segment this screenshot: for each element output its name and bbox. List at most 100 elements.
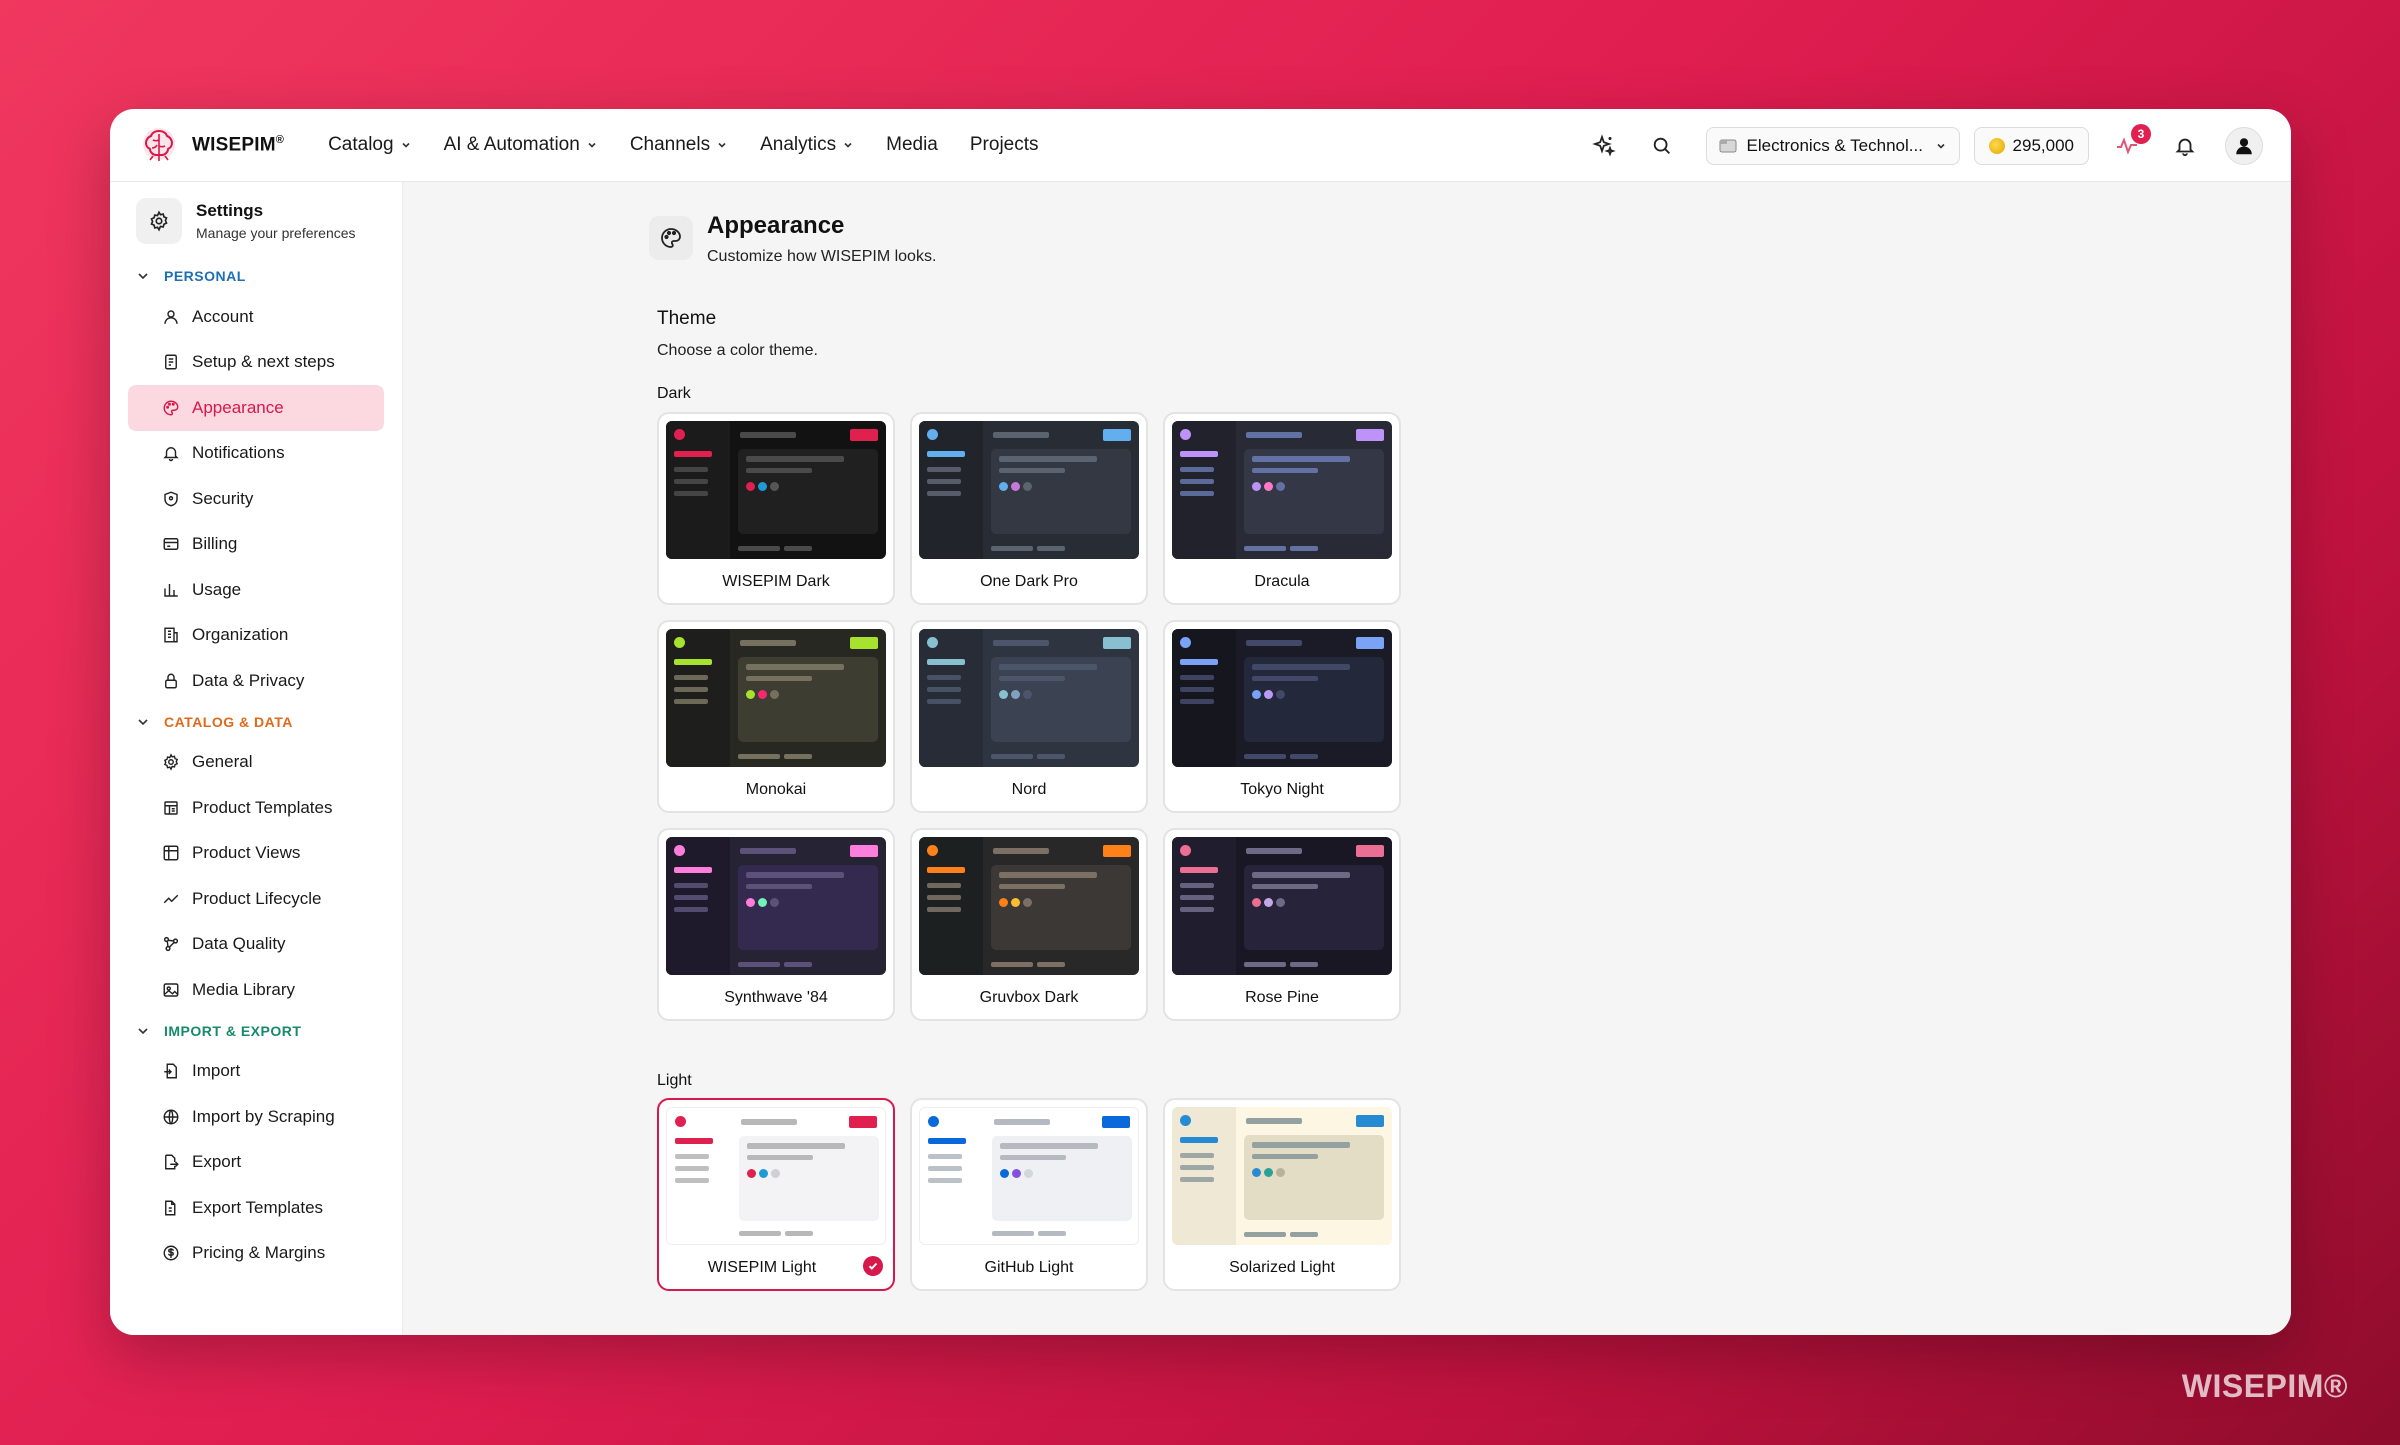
user-avatar-button[interactable] [2225, 126, 2263, 165]
sidebar-item-label: General [192, 752, 253, 772]
page-title: Appearance [707, 212, 845, 239]
nav-label: Channels [629, 134, 711, 155]
user-icon [164, 310, 178, 324]
trend-icon [163, 894, 179, 904]
section-personal[interactable]: PERSONAL [136, 258, 384, 294]
sidebar-item-label: Media Library [192, 979, 295, 999]
sidebar-item-label: Billing [192, 534, 238, 554]
sidebar-item-media-library[interactable]: Media Library [128, 967, 384, 1013]
sidebar-item-billing[interactable]: Billing [128, 522, 384, 568]
theme-preview [1172, 421, 1392, 559]
theme-card-nord[interactable]: Nord [910, 620, 1148, 813]
bar-chart-icon [164, 583, 178, 597]
nav-label: Media [886, 134, 938, 155]
theme-name: WISEPIM Light [707, 1259, 817, 1276]
quality-icon [163, 937, 179, 952]
sidebar-sections: PERSONAL Account Setup & next steps Appeara… [128, 258, 384, 1276]
theme-group-dark: Dark [657, 385, 691, 402]
theme-card-dracula[interactable]: Dracula [1163, 412, 1401, 605]
logo[interactable]: WISEPIM® [138, 124, 284, 166]
sidebar-item-security[interactable]: Security [128, 476, 384, 522]
sidebar-item-export-templates[interactable]: Export Templates [128, 1185, 384, 1231]
theme-card-monokai[interactable]: Monokai [657, 620, 895, 813]
theme-card-gruvbox-dark[interactable]: Gruvbox Dark [910, 828, 1148, 1021]
nav-analytics[interactable]: Analytics [744, 134, 870, 156]
sidebar-item-label: Pricing & Margins [192, 1243, 326, 1263]
sidebar-item-data-quality[interactable]: Data Quality [128, 922, 384, 968]
theme-name: Gruvbox Dark [979, 989, 1079, 1006]
sidebar-item-pricing-and-margins[interactable]: Pricing & Margins [128, 1231, 384, 1277]
section-catalog-and-data[interactable]: CATALOG & DATA [136, 704, 384, 740]
sidebar-item-import[interactable]: Import [128, 1049, 384, 1095]
nav-label: Projects [969, 134, 1039, 155]
organization-select[interactable]: Electronics & Technol... [1705, 126, 1960, 165]
sidebar-item-label: Data & Privacy [192, 670, 305, 690]
theme-card-wisepim-dark[interactable]: WISEPIM Dark [657, 412, 895, 605]
theme-section-title: Theme [657, 308, 717, 329]
nav-label: Analytics [760, 134, 837, 155]
theme-card-github-light[interactable]: GitHub Light [910, 1098, 1148, 1291]
globe-icon [163, 1109, 179, 1125]
theme-preview [919, 1107, 1139, 1245]
nav-ai-and-automation[interactable]: AI & Automation [428, 134, 614, 156]
nav-channels[interactable]: Channels [614, 134, 744, 156]
sidebar-item-export[interactable]: Export [128, 1140, 384, 1186]
sidebar-item-account[interactable]: Account [128, 294, 384, 340]
sidebar-item-usage[interactable]: Usage [128, 567, 384, 613]
theme-preview [666, 1107, 886, 1245]
file-export-icon [165, 1154, 179, 1170]
theme-preview [666, 421, 886, 559]
sidebar-item-label: Export [192, 1152, 242, 1172]
chevron-down-icon [138, 273, 148, 280]
theme-preview [666, 837, 886, 975]
sidebar-item-label: Product Templates [192, 797, 333, 817]
sidebar-item-notifications[interactable]: Notifications [128, 431, 384, 477]
theme-card-synthwave-84[interactable]: Synthwave '84 [657, 828, 895, 1021]
theme-card-solarized-light[interactable]: Solarized Light [1163, 1098, 1401, 1291]
nav-media[interactable]: Media [870, 134, 954, 156]
folder-icon [1719, 139, 1737, 152]
section-label: IMPORT & EXPORT [164, 1022, 302, 1039]
sidebar-item-import-by-scraping[interactable]: Import by Scraping [128, 1094, 384, 1140]
palette-icon [649, 216, 693, 260]
settings-gear-icon [136, 198, 182, 244]
sidebar-item-product-lifecycle[interactable]: Product Lifecycle [128, 876, 384, 922]
sidebar-item-data-and-privacy[interactable]: Data & Privacy [128, 658, 384, 704]
card-icon [163, 538, 179, 551]
theme-name: GitHub Light [984, 1259, 1074, 1276]
sidebar-item-setup-and-next-steps[interactable]: Setup & next steps [128, 340, 384, 386]
sidebar-item-label: Export Templates [192, 1197, 324, 1217]
theme-card-tokyo-night[interactable]: Tokyo Night [1163, 620, 1401, 813]
theme-card-one-dark-pro[interactable]: One Dark Pro [910, 412, 1148, 605]
sidebar-item-product-templates[interactable]: Product Templates [128, 785, 384, 831]
brain-logo-icon [143, 128, 175, 161]
bell-icon [2175, 138, 2195, 156]
lock-icon [165, 673, 177, 689]
sidebar-item-organization[interactable]: Organization [128, 613, 384, 659]
top-bar: WISEPIM® Catalog AI & Automation Channels A… [110, 109, 2291, 182]
sidebar-item-appearance[interactable]: Appearance [128, 385, 384, 431]
topbar-actions: Electronics & Technol... 295,000 3 [1566, 109, 2263, 182]
notifications-button[interactable] [2165, 126, 2205, 166]
theme-preview [1172, 629, 1392, 767]
main-content: Appearance Customize how WISEPIM looks. … [403, 182, 2291, 1335]
sidebar-item-product-views[interactable]: Product Views [128, 831, 384, 877]
ai-sparkle-button[interactable] [1584, 126, 1624, 166]
theme-card-rose-pine[interactable]: Rose Pine [1163, 828, 1401, 1021]
sidebar-item-general[interactable]: General [128, 740, 384, 786]
activity-button[interactable]: 3 [2107, 123, 2151, 166]
app-window: WISEPIM® Catalog AI & Automation Channels A… [110, 109, 2291, 1335]
theme-card-wisepim-light[interactable]: WISEPIM Light [657, 1098, 895, 1291]
settings-header: Settings Manage your preferences [136, 198, 384, 244]
nav-catalog[interactable]: Catalog [312, 134, 428, 156]
section-import-and-export[interactable]: IMPORT & EXPORT [136, 1013, 384, 1049]
sidebar-item-label: Usage [192, 579, 242, 599]
image-icon [163, 983, 179, 997]
sidebar-item-label: Product Lifecycle [192, 888, 322, 908]
nav-projects[interactable]: Projects [954, 134, 1055, 156]
search-button[interactable] [1642, 126, 1682, 166]
chevron-down-icon [401, 142, 410, 148]
table-icon [163, 845, 179, 861]
credits-balance[interactable]: 295,000 [1973, 126, 2089, 165]
main-nav: Catalog AI & Automation Channels Analytics M… [312, 134, 1054, 156]
